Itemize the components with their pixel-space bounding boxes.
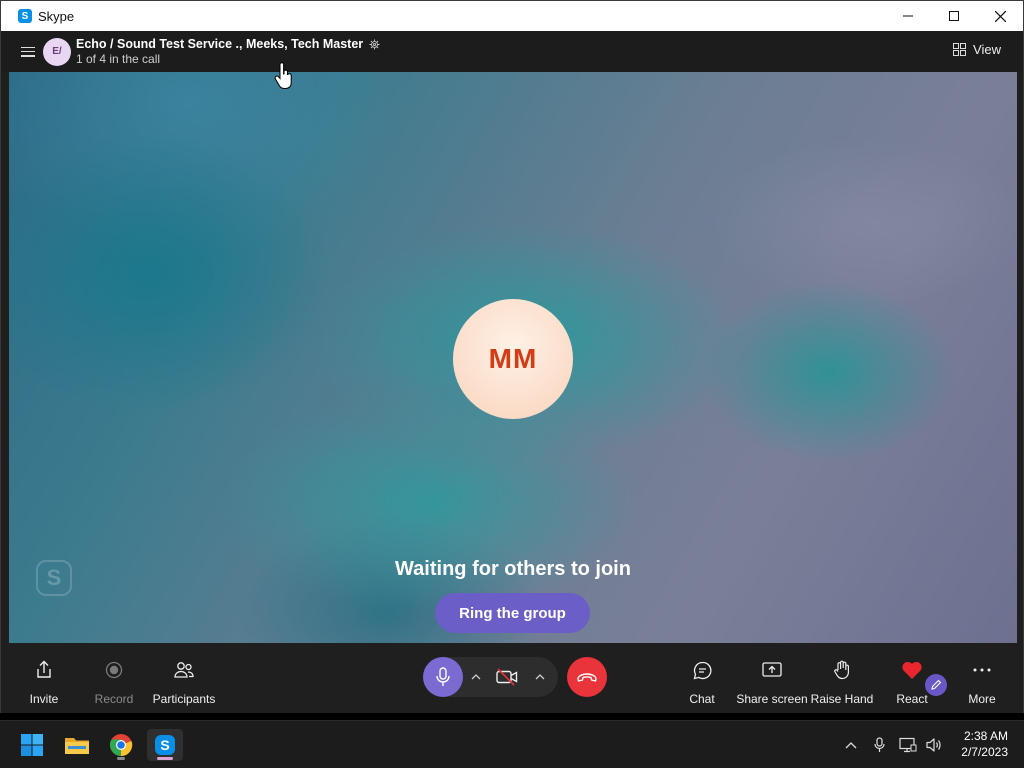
call-participant-count: 1 of 4 in the call [76,51,161,66]
settings-gear-icon[interactable] [369,38,380,50]
grid-view-icon [953,43,967,56]
chevron-up-icon [845,741,857,748]
network-tray-button[interactable] [898,737,918,753]
speaker-icon [926,738,941,752]
share-screen-label: Share screen [736,692,808,706]
running-indicator [117,757,125,760]
skype-window: S Skype E/ Echo / Sound Test Service ., … [0,0,1024,713]
mute-button[interactable] [423,657,463,697]
microphone-tray-button[interactable] [870,737,888,753]
raise-hand-label: Raise Hand [810,692,874,706]
react-button[interactable]: React [895,643,929,713]
react-label: React [896,692,928,706]
audio-options-button[interactable] [468,669,484,685]
chevron-up-icon [471,674,481,680]
microphone-icon [873,737,885,752]
chrome-icon [110,734,133,757]
call-controls-bar: Invite Record Participants Chat Share sc… [1,643,1023,713]
taskbar-clock[interactable]: 2:38 AM 2/7/2023 [961,728,1008,760]
windows-logo-icon [21,734,43,756]
clock-date: 2/7/2023 [961,745,1008,759]
end-call-button[interactable] [567,657,607,697]
call-title: Echo / Sound Test Service ., Meeks, Tech… [76,36,364,51]
minimize-button[interactable] [885,1,931,31]
media-controls [423,657,558,697]
raise-hand-button[interactable]: Raise Hand [810,643,874,713]
group-avatar[interactable]: E/ [43,37,71,66]
menu-icon[interactable] [21,46,35,57]
window-controls [885,1,1023,31]
more-button[interactable]: More [967,643,997,713]
more-label: More [968,692,996,706]
windows-start-button[interactable] [14,729,50,761]
video-off-icon [496,668,518,686]
chrome-taskbar-button[interactable] [103,729,139,761]
call-header: E/ Echo / Sound Test Service ., Meeks, T… [1,31,1023,72]
close-button[interactable] [977,1,1023,31]
chat-bubble-icon [693,661,711,679]
video-options-button[interactable] [532,669,548,685]
participant-avatar: MM [453,299,573,419]
chat-button[interactable]: Chat [687,643,717,713]
title-bar: S Skype [1,1,1023,31]
heart-icon [902,661,922,679]
raised-hand-icon [834,660,849,680]
folder-icon [65,738,89,754]
microphone-icon [436,667,450,686]
record-label: Record [94,692,134,706]
more-dots-icon [973,668,991,672]
network-monitor-icon [899,737,917,753]
hang-up-icon [577,673,597,682]
svg-text:S: S [160,737,169,753]
call-info[interactable]: Echo / Sound Test Service ., Meeks, Tech… [76,37,380,67]
maximize-button[interactable] [931,1,977,31]
view-button[interactable]: View [953,42,1001,57]
minimize-icon [903,15,913,17]
ring-the-group-button[interactable]: Ring the group [435,593,590,633]
file-explorer-taskbar-button[interactable] [59,729,95,761]
chevron-up-icon [535,674,545,680]
record-button[interactable]: Record [93,643,135,713]
windows-taskbar: S 2:38 AM 2/7/2023 [0,720,1024,768]
skype-taskbar-button[interactable]: S [147,729,183,761]
waiting-message: Waiting for others to join [395,558,631,580]
view-label: View [973,42,1001,57]
pencil-icon [931,679,942,690]
show-hidden-icons-button[interactable] [842,741,860,749]
clock-time: 2:38 AM [963,729,1008,743]
people-icon [174,662,194,678]
active-indicator [157,757,173,760]
invite-label: Invite [29,692,59,706]
maximize-icon [949,11,959,21]
share-screen-button[interactable]: Share screen [736,643,808,713]
window-title: Skype [38,8,75,24]
call-stage: S MM Waiting for others to join Ring the… [9,72,1017,643]
skype-icon: S [155,735,175,755]
system-tray [842,721,944,768]
participants-button[interactable]: Participants [152,643,216,713]
video-toggle-button[interactable] [493,664,521,690]
share-screen-icon [762,662,782,677]
chat-label: Chat [689,692,715,706]
invite-button[interactable]: Invite [23,643,65,713]
participants-label: Participants [152,692,216,706]
edit-reaction-button[interactable] [925,674,947,696]
hand-cursor-icon [274,62,292,89]
share-upload-icon [37,660,51,678]
volume-tray-button[interactable] [924,737,944,753]
skype-app-icon: S [18,9,32,23]
close-icon [994,10,1006,22]
record-icon [105,661,123,679]
